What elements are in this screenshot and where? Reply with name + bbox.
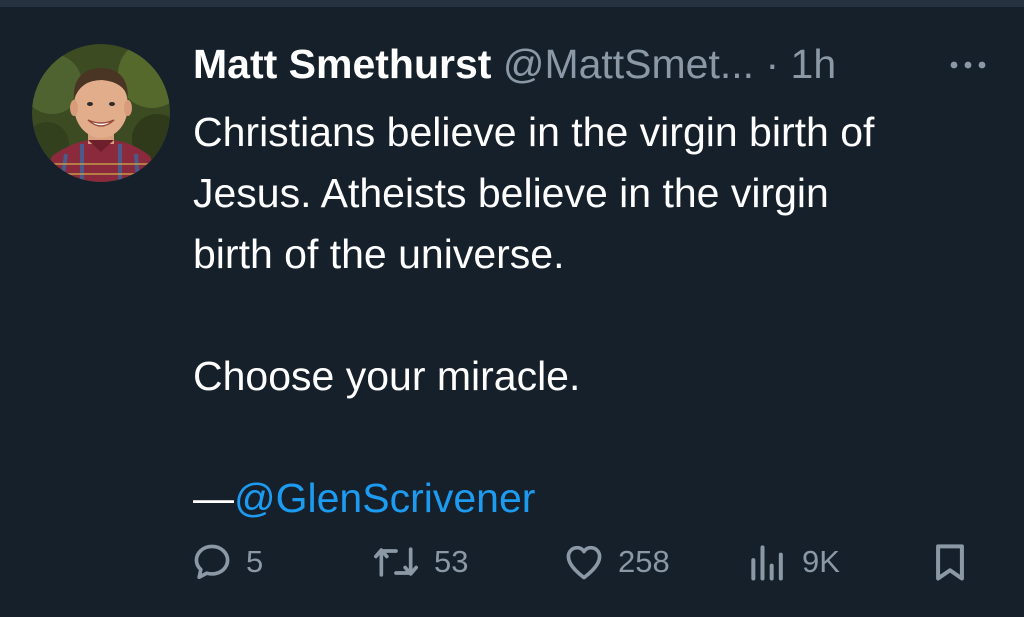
author-name[interactable]: Matt Smethurst: [193, 41, 491, 87]
views-button[interactable]: 9K: [746, 537, 840, 587]
tweet-time[interactable]: 1h: [791, 41, 837, 87]
more-options-button[interactable]: [946, 48, 990, 82]
bookmark-button[interactable]: [928, 537, 972, 587]
retweet-count: 53: [434, 544, 469, 579]
like-button[interactable]: 258: [562, 537, 670, 587]
tweet-header: Matt Smethurst @MattSmet... · 1h: [193, 39, 993, 89]
avatar-photo: [32, 44, 170, 182]
mention-link[interactable]: @GlenScrivener: [234, 475, 535, 521]
author-handle[interactable]: @MattSmet...: [503, 41, 754, 87]
retweet-button[interactable]: 53: [370, 537, 468, 587]
top-divider: [0, 0, 1024, 7]
retweet-arrows-icon: [374, 547, 418, 577]
bar-chart-icon: [751, 545, 783, 581]
tweet-text-line: Jesus. Atheists believe in the virgin: [193, 170, 829, 216]
more-horizontal-icon: [950, 61, 986, 69]
speech-bubble-icon: [194, 544, 230, 580]
tweet-credit: —@GlenScrivener: [193, 468, 1003, 529]
credit-dash: —: [193, 475, 234, 521]
bookmark-icon: [936, 544, 964, 581]
tweet-text-line: Choose your miracle.: [193, 353, 581, 399]
header-separator: ·: [765, 41, 780, 87]
tweet-text-line: birth of the universe.: [193, 231, 565, 277]
views-count: 9K: [802, 544, 840, 579]
like-count: 258: [618, 544, 670, 579]
avatar[interactable]: [32, 44, 170, 182]
tweet-actions: 5 53 258 9K: [0, 537, 1024, 587]
reply-count: 5: [246, 544, 264, 579]
tweet-text-line: Christians believe in the virgin birth o…: [193, 109, 875, 155]
heart-icon: [566, 545, 602, 580]
reply-button[interactable]: 5: [190, 537, 263, 587]
tweet-text: Christians believe in the virgin birth o…: [193, 102, 1003, 529]
tweet-card[interactable]: Matt Smethurst @MattSmet... · 1h Christi…: [0, 7, 1024, 617]
